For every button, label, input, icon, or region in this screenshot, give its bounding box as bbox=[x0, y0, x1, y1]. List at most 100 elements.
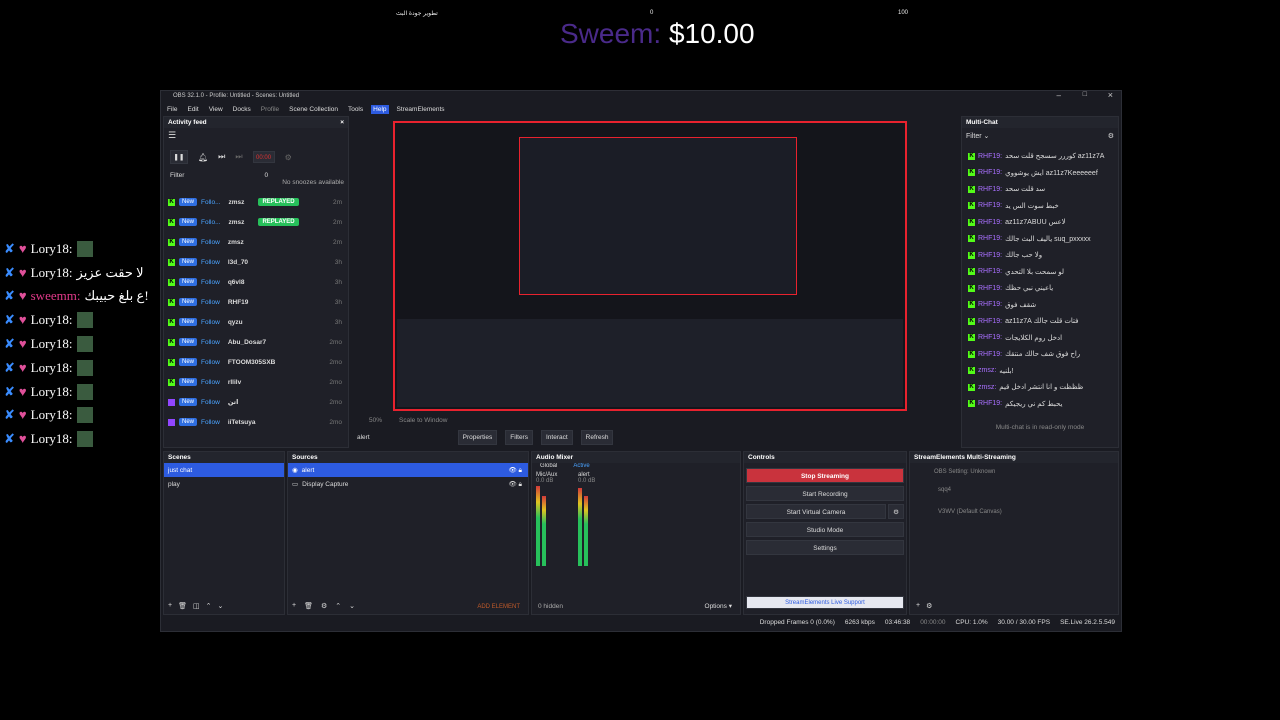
menu-edit[interactable]: Edit bbox=[185, 105, 200, 114]
chat-text: ياعيني نبي حظك bbox=[1005, 285, 1054, 293]
eye-icon[interactable]: 👁︎ 🔒︎ bbox=[508, 480, 528, 489]
overlay-chat-msg: ع بلغ حبيبك! bbox=[84, 288, 149, 304]
channel-db: 0.0 dB bbox=[536, 478, 554, 484]
add-icon[interactable]: + bbox=[168, 602, 172, 610]
maximize-icon[interactable]: □ bbox=[1083, 91, 1087, 98]
chat-user: RHF19: bbox=[978, 268, 1003, 276]
feed-filter[interactable]: Filter bbox=[170, 172, 184, 179]
bell-icon[interactable]: 🔔︎ bbox=[198, 153, 208, 162]
heart-icon: ♥ bbox=[18, 407, 27, 423]
start-recording-button[interactable]: Start Recording bbox=[746, 486, 904, 501]
filter-icon[interactable]: ◫ bbox=[193, 602, 200, 610]
activity-feed-title-text: Activity feed bbox=[168, 119, 207, 126]
feed-item[interactable]: K New Follow qyzu 3h bbox=[164, 312, 348, 332]
skip-icon[interactable]: ⏭︎ bbox=[218, 152, 225, 162]
add-icon[interactable]: + bbox=[292, 602, 296, 610]
menu-streamelements[interactable]: StreamElements bbox=[395, 105, 447, 114]
live-support-button[interactable]: StreamElements Live Support bbox=[746, 596, 904, 609]
move-down-icon[interactable]: ⌄ bbox=[217, 602, 223, 610]
minimize-icon[interactable]: – bbox=[1057, 91, 1061, 100]
move-down-icon[interactable]: ⌄ bbox=[349, 602, 355, 610]
feed-timer[interactable]: 00:00 bbox=[252, 151, 275, 163]
feed-action: Follow bbox=[201, 238, 220, 246]
hamburger-icon[interactable]: ☰ bbox=[164, 128, 348, 142]
gear-icon[interactable]: ⚙︎ bbox=[321, 602, 327, 610]
new-badge: New bbox=[179, 218, 198, 226]
close-icon[interactable]: × bbox=[340, 117, 344, 128]
menu-profile[interactable]: Profile bbox=[259, 105, 281, 114]
feed-user: q6vl8 bbox=[227, 278, 245, 286]
chat-text: يحبط كم ني ريجيكم bbox=[1005, 400, 1063, 408]
settings-button[interactable]: Settings bbox=[746, 540, 904, 555]
chat-user: RHF19: bbox=[978, 251, 1003, 259]
menu-help[interactable]: Help bbox=[371, 104, 389, 114]
menu-scene-collection[interactable]: Scene Collection bbox=[287, 105, 340, 114]
filters-button[interactable]: Filters bbox=[505, 429, 533, 445]
volume-meter[interactable] bbox=[578, 486, 610, 566]
feed-item[interactable]: K New Follo... zmsz REPLAYED 2m bbox=[164, 212, 348, 232]
refresh-button[interactable]: Refresh bbox=[580, 429, 614, 445]
feed-item[interactable]: K New Follow FTOOM305SXB 2mo bbox=[164, 352, 348, 372]
source-icon: ◉ bbox=[292, 467, 298, 474]
studio-mode-button[interactable]: Studio Mode bbox=[746, 522, 904, 537]
gear-icon[interactable]: ⚙︎ bbox=[926, 602, 932, 610]
multichat-title: Multi-Chat bbox=[962, 117, 1118, 128]
move-up-icon[interactable]: ⌃ bbox=[206, 602, 212, 610]
feed-item[interactable]: New Follow اتن 2mo bbox=[164, 392, 348, 412]
feed-action: Follow bbox=[201, 378, 220, 386]
menu-docks[interactable]: Docks bbox=[231, 105, 253, 114]
gear-icon[interactable]: ⚙︎ bbox=[888, 504, 904, 519]
tab-active[interactable]: Active bbox=[573, 463, 589, 472]
badge-icon: ✘ bbox=[4, 264, 15, 280]
chat-text: سد قلت سحد bbox=[1005, 186, 1046, 194]
next-icon[interactable]: ⏭︎ bbox=[235, 152, 242, 162]
scene-item[interactable]: play bbox=[164, 477, 284, 491]
source-item[interactable]: ◉ alert 👁︎ 🔒︎ bbox=[288, 463, 528, 477]
feed-item[interactable]: K New Follow Abu_Dosar7 2mo bbox=[164, 332, 348, 352]
menu-tools[interactable]: Tools bbox=[346, 105, 365, 114]
feed-item[interactable]: K New Follow RHF19 3h bbox=[164, 292, 348, 312]
pause-icon[interactable]: ❚❚ bbox=[170, 150, 188, 164]
close-icon[interactable]: × bbox=[1108, 90, 1113, 100]
add-element-button[interactable]: ADD ELEMENT bbox=[477, 604, 520, 610]
feed-item[interactable]: K New Follo... zmsz REPLAYED 2m bbox=[164, 192, 348, 212]
mixer-options[interactable]: Options ▾ bbox=[705, 602, 732, 610]
feed-item[interactable]: New Follow iiTetsuya 2mo bbox=[164, 412, 348, 432]
volume-meter[interactable] bbox=[536, 486, 568, 566]
scale-to-window[interactable]: Scale to Window bbox=[399, 417, 447, 424]
feed-item[interactable]: K New Follow rllilv 2mo bbox=[164, 372, 348, 392]
preview-zoom[interactable]: 50% bbox=[369, 417, 382, 424]
move-up-icon[interactable]: ⌃ bbox=[335, 602, 341, 610]
interact-button[interactable]: Interact bbox=[540, 429, 573, 445]
sources-dock: Sources ◉ alert 👁︎ 🔒︎ ▭ Display Capture 👁︎ 🔒… bbox=[287, 451, 529, 615]
feed-item[interactable]: K New Follow zmsz 2m bbox=[164, 232, 348, 252]
multichat-filter[interactable]: Filter ⌄ ⚙︎ bbox=[962, 128, 1118, 146]
feed-filter-row: Filter 0 bbox=[164, 172, 348, 179]
properties-button[interactable]: Properties bbox=[457, 429, 498, 445]
trash-icon[interactable]: 🗑︎ bbox=[304, 602, 313, 610]
menu-view[interactable]: View bbox=[207, 105, 225, 114]
multistream-dock: StreamElements Multi-Streaming OBS Setti… bbox=[909, 451, 1119, 615]
stop-streaming-button[interactable]: Stop Streaming bbox=[746, 468, 904, 483]
kick-icon: K bbox=[968, 383, 975, 391]
menu-file[interactable]: File bbox=[165, 105, 179, 114]
settings-icon[interactable]: ⚙︎ bbox=[285, 153, 292, 162]
source-item[interactable]: ▭ Display Capture 👁︎ 🔒︎ bbox=[288, 477, 528, 491]
eye-icon[interactable]: 👁︎ 🔒︎ bbox=[508, 466, 528, 475]
scene-item[interactable]: just chat bbox=[164, 463, 284, 477]
new-badge: New bbox=[179, 198, 198, 206]
preview-canvas[interactable] bbox=[393, 121, 907, 411]
start-virtual-camera-button[interactable]: Start Virtual Camera bbox=[746, 504, 886, 519]
add-icon[interactable]: + bbox=[916, 602, 920, 610]
stream-target[interactable]: V3WV (Default Canvas) bbox=[910, 493, 1118, 515]
title-bar: OBS 32.1.0 - Profile: Untitled - Scenes:… bbox=[161, 90, 1121, 103]
new-badge: New bbox=[179, 298, 198, 306]
cpu-usage: CPU: 1.0% bbox=[955, 619, 988, 626]
obs-setting: OBS Setting: Unknown bbox=[934, 469, 996, 475]
tab-global[interactable]: Global bbox=[540, 463, 557, 472]
gear-icon[interactable]: ⚙︎ bbox=[1108, 128, 1114, 146]
trash-icon[interactable]: 🗑︎ bbox=[178, 602, 187, 610]
feed-item[interactable]: K New Follow q6vl8 3h bbox=[164, 272, 348, 292]
feed-item[interactable]: K New Follow l3d_70 3h bbox=[164, 252, 348, 272]
stream-target[interactable]: sqq4 bbox=[910, 475, 1118, 493]
